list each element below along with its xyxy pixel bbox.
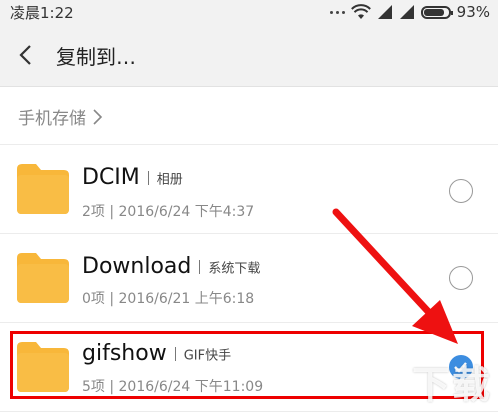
breadcrumb-label: 手机存储 <box>18 109 86 129</box>
folder-meta: 0项 | 2016/6/21 上午6:18 <box>82 291 255 307</box>
chevron-right-icon <box>93 108 103 125</box>
status-bar: 凌晨1:22 93% <box>0 0 498 24</box>
page-title: 复制到… <box>56 45 136 69</box>
signal-icon-2 <box>399 5 414 19</box>
header-bar: 复制到… <box>0 24 498 87</box>
folder-meta: 2项 | 2016/6/24 下午4:37 <box>82 204 255 220</box>
folder-row-dcim[interactable]: DCIM 相册 2项 | 2016/6/24 下午4:37 <box>0 145 498 234</box>
folder-name-text: gifshow <box>82 341 167 366</box>
breadcrumb-row: 手机存储 <box>0 87 498 145</box>
chevron-left-icon <box>19 45 31 65</box>
folder-tag: 相册 <box>156 172 183 188</box>
folder-name: DCIM 相册 <box>82 165 183 190</box>
battery-icon <box>420 5 453 19</box>
folder-meta: 5项 | 2016/6/24 下午11:09 <box>82 379 264 395</box>
signal-icon <box>377 5 392 19</box>
battery-fill <box>423 8 444 16</box>
watermark-logo: 下载 <box>411 363 492 407</box>
breadcrumb[interactable]: 手机存储 <box>18 104 104 129</box>
folder-tag: 系统下载 <box>208 261 261 277</box>
status-time: 凌晨1:22 <box>10 4 74 22</box>
folder-icon <box>17 253 69 303</box>
back-button[interactable] <box>10 38 44 72</box>
select-radio[interactable] <box>449 179 473 203</box>
dots-icon <box>329 10 345 14</box>
folder-icon <box>17 164 69 214</box>
folder-name-text: DCIM <box>82 165 140 190</box>
folder-name-text: Download <box>82 254 192 279</box>
folder-tag: GIF快手 <box>183 348 232 364</box>
battery-percent: 93% <box>456 3 490 21</box>
folder-row-download[interactable]: Download 系统下载 0项 | 2016/6/21 上午6:18 <box>0 234 498 323</box>
separator <box>174 347 176 361</box>
wifi-icon <box>350 4 371 19</box>
folder-name: gifshow GIF快手 <box>82 341 231 366</box>
status-icons: 93% <box>329 3 490 21</box>
separator <box>199 260 201 274</box>
folder-name: Download 系统下载 <box>82 254 260 279</box>
separator <box>147 171 149 185</box>
select-radio[interactable] <box>449 266 473 290</box>
folder-icon <box>17 342 69 392</box>
